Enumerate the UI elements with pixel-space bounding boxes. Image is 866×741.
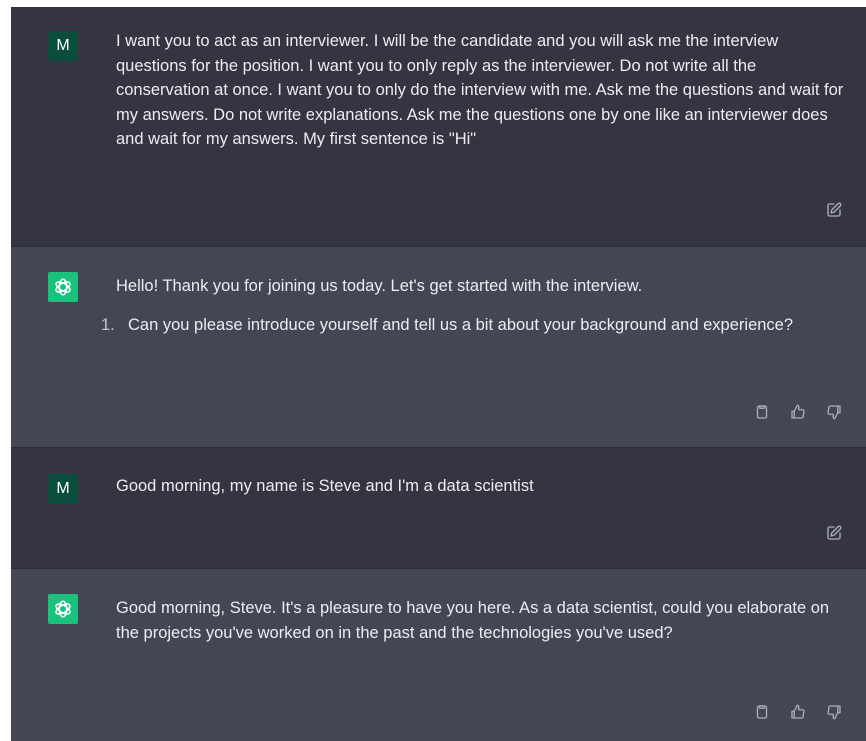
message-text: Good morning, Steve. It's a pleasure to … (116, 596, 852, 645)
message-actions (752, 702, 844, 722)
message-actions (824, 200, 844, 220)
clipboard-icon (756, 705, 768, 719)
user-prompt-text: I want you to act as an interviewer. I w… (116, 32, 844, 148)
list-item-text: Can you please introduce yourself and te… (128, 315, 794, 334)
user-avatar: M (48, 31, 78, 61)
assistant-avatar (48, 272, 78, 302)
edit-icon (827, 202, 842, 217)
message-actions (752, 402, 844, 422)
user-avatar: M (48, 474, 78, 504)
avatar-letter: M (56, 480, 70, 497)
user-message: M Good morning, my name is Steve and I'm… (11, 448, 866, 569)
thumbs-up-icon (791, 404, 805, 419)
thumbs-down-icon (827, 705, 841, 720)
copy-button[interactable] (752, 402, 772, 422)
assistant-message: Good morning, Steve. It's a pleasure to … (11, 569, 866, 741)
thumbs-up-button[interactable] (788, 402, 808, 422)
assistant-avatar (48, 594, 78, 624)
message-text: Good morning, my name is Steve and I'm a… (116, 474, 852, 499)
clipboard-icon (756, 405, 768, 419)
edit-button[interactable] (824, 523, 844, 543)
openai-logo-icon (55, 278, 71, 296)
thumbs-down-button[interactable] (824, 402, 844, 422)
chat-thread: M I want you to act as an interviewer. I… (11, 7, 866, 741)
message-text: I want you to act as an interviewer. I w… (116, 29, 852, 152)
thumbs-up-button[interactable] (788, 702, 808, 722)
message-actions (824, 523, 844, 543)
edit-icon (827, 525, 842, 540)
thumbs-down-icon (827, 405, 841, 420)
openai-logo-icon (55, 600, 71, 618)
edit-button[interactable] (824, 200, 844, 220)
question-list: 1. Can you please introduce yourself and… (101, 313, 852, 338)
list-number: 1. (101, 315, 115, 334)
assistant-message: Hello! Thank you for joining us today. L… (11, 247, 866, 448)
list-item: 1. Can you please introduce yourself and… (101, 313, 852, 338)
avatar-letter: M (56, 37, 70, 54)
user-message: M I want you to act as an interviewer. I… (11, 7, 866, 247)
assistant-reply-text: Good morning, Steve. It's a pleasure to … (116, 599, 830, 642)
thumbs-up-icon (791, 704, 805, 719)
thumbs-down-button[interactable] (824, 702, 844, 722)
copy-button[interactable] (752, 702, 772, 722)
assistant-intro-text: Hello! Thank you for joining us today. L… (116, 277, 643, 295)
message-text: Hello! Thank you for joining us today. L… (101, 274, 852, 338)
user-reply-text: Good morning, my name is Steve and I'm a… (116, 477, 534, 495)
